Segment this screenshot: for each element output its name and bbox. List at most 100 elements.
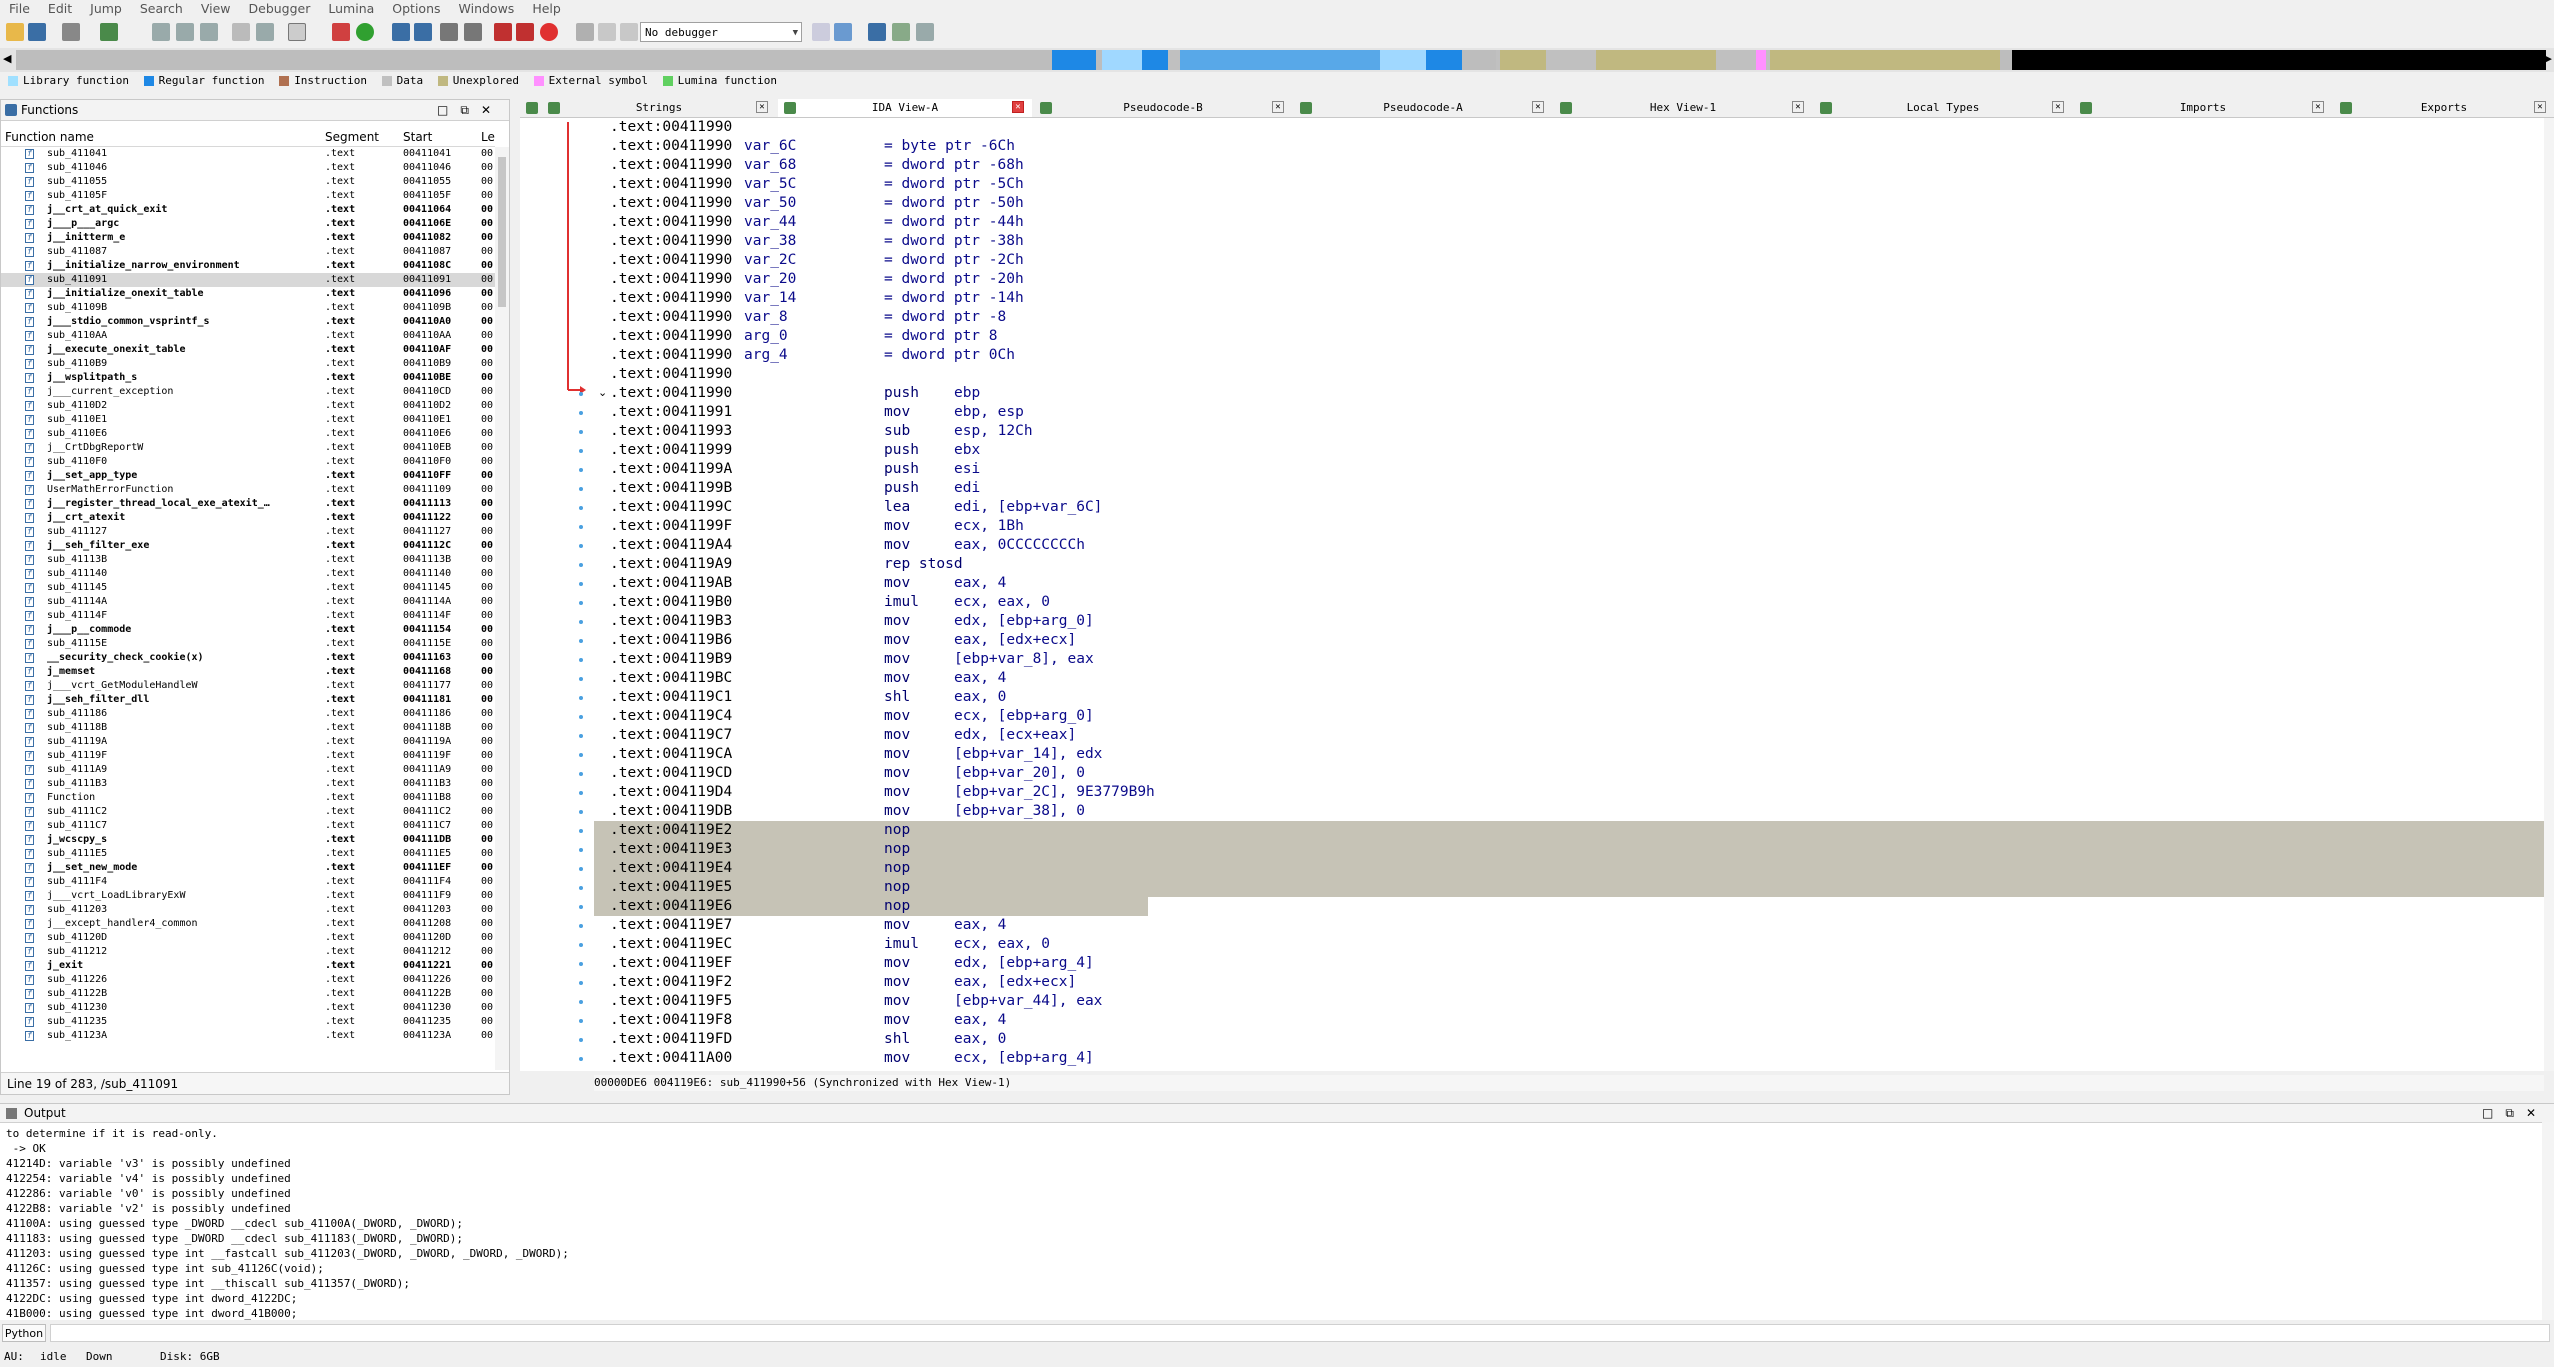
disasm-line[interactable]: .text:00411990 var_8 = dword ptr -8: [594, 308, 2544, 327]
disassembly-code[interactable]: .text:00411990 .text:00411990 var_6C = byte…: [594, 118, 2544, 1071]
disasm-line[interactable]: .text:004119A9 rep stosd: [594, 555, 2544, 574]
tab-exports[interactable]: Exports ✕: [2334, 99, 2554, 117]
disasm-label[interactable]: var_5C: [744, 175, 796, 194]
disasm-operands[interactable]: eax, [edx+ecx]: [954, 631, 1076, 650]
disasm-operands[interactable]: [ebp+var_44], eax: [954, 992, 1102, 1011]
list-icon[interactable]: [152, 23, 170, 41]
disasm-label[interactable]: var_44: [744, 213, 796, 232]
output-text[interactable]: to determine if it is read-only. -> OK 41…: [6, 1126, 569, 1321]
xrefs-icon[interactable]: [440, 23, 458, 41]
function-row[interactable]: f sub_41114A .text 0041114A 00: [1, 595, 495, 609]
disasm-line[interactable]: .text:00411990 var_68 = dword ptr -68h: [594, 156, 2544, 175]
disasm-line[interactable]: .text:00411990 arg_4 = dword ptr 0Ch: [594, 346, 2544, 365]
disasm-line[interactable]: .text:004119C4 mov ecx, [ebp+arg_0]: [594, 707, 2544, 726]
run-script-icon[interactable]: [356, 23, 374, 41]
output-scrollbar[interactable]: [2542, 1122, 2554, 1320]
function-row[interactable]: f sub_411046 .text 00411046 00: [1, 161, 495, 175]
disasm-operands[interactable]: ebp: [954, 384, 980, 403]
function-row[interactable]: f sub_411230 .text 00411230 00: [1, 1001, 495, 1015]
back-icon[interactable]: [62, 23, 80, 41]
function-row[interactable]: f __security_check_cookie(x) .text 00411163…: [1, 651, 495, 665]
function-row[interactable]: f j__set_new_mode .text 004111EF 00: [1, 861, 495, 875]
disasm-line[interactable]: .text:00411990 var_44 = dword ptr -44h: [594, 213, 2544, 232]
function-row[interactable]: f Function .text 004111B8 00: [1, 791, 495, 805]
function-row[interactable]: f sub_41109B .text 0041109B 00: [1, 301, 495, 315]
function-row[interactable]: f j__crt_atexit .text 00411122 00: [1, 511, 495, 525]
disasm-operands[interactable]: edi, [ebp+var_6C]: [954, 498, 1102, 517]
menu-windows[interactable]: Windows: [450, 0, 524, 18]
function-row[interactable]: f j__register_thread_local_exe_atexit_… .t…: [1, 497, 495, 511]
function-row[interactable]: f j__initialize_narrow_environment .text 00…: [1, 259, 495, 273]
function-row[interactable]: f sub_4111F4 .text 004111F4 00: [1, 875, 495, 889]
disasm-operands[interactable]: [ebp+var_2C], 9E3779B9h: [954, 783, 1155, 802]
disasm-line[interactable]: .text:0041199F mov ecx, 1Bh: [594, 517, 2544, 536]
functions-scrollbar[interactable]: [495, 147, 509, 1070]
tab-local-types[interactable]: Local Types ✕: [1814, 99, 2072, 117]
disasm-operands[interactable]: edx, [ebp+arg_0]: [954, 612, 1094, 631]
pause-icon[interactable]: [598, 23, 616, 41]
function-row[interactable]: f sub_4110B9 .text 004110B9 00: [1, 357, 495, 371]
menu-options[interactable]: Options: [383, 0, 449, 18]
function-row[interactable]: f sub_41123A .text 0041123A 00: [1, 1029, 495, 1043]
hex-icon[interactable]: [176, 23, 194, 41]
function-row[interactable]: f j__seh_filter_dll .text 00411181 00: [1, 693, 495, 707]
close-icon[interactable]: ✕: [1012, 101, 1024, 113]
disasm-operands[interactable]: esi: [954, 460, 980, 479]
function-row[interactable]: f j__seh_filter_exe .text 0041112C 00: [1, 539, 495, 553]
menu-file[interactable]: File: [0, 0, 39, 18]
disasm-operands[interactable]: [ebp+var_20], 0: [954, 764, 1085, 783]
function-row[interactable]: f j___p__commode .text 00411154 00: [1, 623, 495, 637]
disasm-operands[interactable]: eax, 4: [954, 574, 1006, 593]
function-row[interactable]: f sub_411212 .text 00411212 00: [1, 945, 495, 959]
disasm-operands[interactable]: eax, 0CCCCCCCCh: [954, 536, 1085, 555]
names-icon[interactable]: [392, 23, 410, 41]
tab-imports[interactable]: Imports ✕: [2074, 99, 2332, 117]
command-input[interactable]: [50, 1324, 2550, 1342]
function-row[interactable]: f sub_41119F .text 0041119F 00: [1, 749, 495, 763]
function-row[interactable]: f sub_4111B3 .text 004111B3 00: [1, 777, 495, 791]
function-row[interactable]: f sub_4110F0 .text 004110F0 00: [1, 455, 495, 469]
function-row[interactable]: f sub_41118B .text 0041118B 00: [1, 721, 495, 735]
disasm-line[interactable]: .text:0041199C lea edi, [ebp+var_6C]: [594, 498, 2544, 517]
disasm-line[interactable]: .text:004119CA mov [ebp+var_14], edx: [594, 745, 2544, 764]
function-row[interactable]: f j__set_app_type .text 004110FF 00: [1, 469, 495, 483]
disasm-line[interactable]: .text:004119F2 mov eax, [edx+ecx]: [594, 973, 2544, 992]
debugger-options-icon[interactable]: [812, 23, 830, 41]
function-row[interactable]: f sub_4110D2 .text 004110D2 00: [1, 399, 495, 413]
close-icon[interactable]: ✕: [481, 103, 503, 117]
disasm-operands[interactable]: [ebp+var_38], 0: [954, 802, 1085, 821]
disasm-operands[interactable]: esp, 12Ch: [954, 422, 1033, 441]
disasm-operands[interactable]: eax, 4: [954, 1011, 1006, 1030]
ida-view-disassembly[interactable]: ⌄ .text:00411990 .text:00411990 var_6C = by…: [520, 118, 2544, 1071]
minimize-icon[interactable]: □: [2482, 1106, 2505, 1120]
undefine-icon[interactable]: [232, 23, 250, 41]
disasm-operands[interactable]: eax, 0: [954, 688, 1006, 707]
disasm-label[interactable]: var_50: [744, 194, 796, 213]
disasm-operands[interactable]: edx, [ebp+arg_4]: [954, 954, 1094, 973]
tools-icon[interactable]: [464, 23, 482, 41]
function-row[interactable]: f j__initialize_onexit_table .text 00411096…: [1, 287, 495, 301]
disasm-line[interactable]: .text:00411990 var_20 = dword ptr -20h: [594, 270, 2544, 289]
disasm-label[interactable]: arg_4: [744, 346, 788, 365]
disasm-operands[interactable]: eax, 0: [954, 1030, 1006, 1049]
close-icon[interactable]: ✕: [2312, 101, 2324, 113]
disasm-line[interactable]: .text:00411993 sub esp, 12Ch: [594, 422, 2544, 441]
disasm-line[interactable]: .text:00411990: [594, 365, 2544, 384]
forward-icon[interactable]: [100, 23, 118, 41]
disasm-label[interactable]: var_68: [744, 156, 796, 175]
layout-icon[interactable]: [868, 23, 886, 41]
function-row[interactable]: f j__crt_at_quick_exit .text 00411064 00: [1, 203, 495, 217]
function-row[interactable]: f j__except_handler4_common .text 00411208 0…: [1, 917, 495, 931]
close-icon[interactable]: ✕: [2526, 1106, 2548, 1120]
function-row[interactable]: f sub_41105F .text 0041105F 00: [1, 189, 495, 203]
disasm-operands[interactable]: ecx, eax, 0: [954, 935, 1050, 954]
function-row[interactable]: f j__initterm_e .text 00411082 00: [1, 231, 495, 245]
function-row[interactable]: f j_exit .text 00411221 00: [1, 959, 495, 973]
function-row[interactable]: f j___vcrt_GetModuleHandleW .text 00411177 0…: [1, 679, 495, 693]
function-row[interactable]: f sub_41119A .text 0041119A 00: [1, 735, 495, 749]
disasm-label[interactable]: var_6C: [744, 137, 796, 156]
close-icon[interactable]: ✕: [2052, 101, 2064, 113]
function-row[interactable]: f UserMathErrorFunction .text 00411109 00: [1, 483, 495, 497]
close-icon[interactable]: ✕: [756, 101, 768, 113]
tab-pseudocode-a[interactable]: Pseudocode-A ✕: [1294, 99, 1552, 117]
